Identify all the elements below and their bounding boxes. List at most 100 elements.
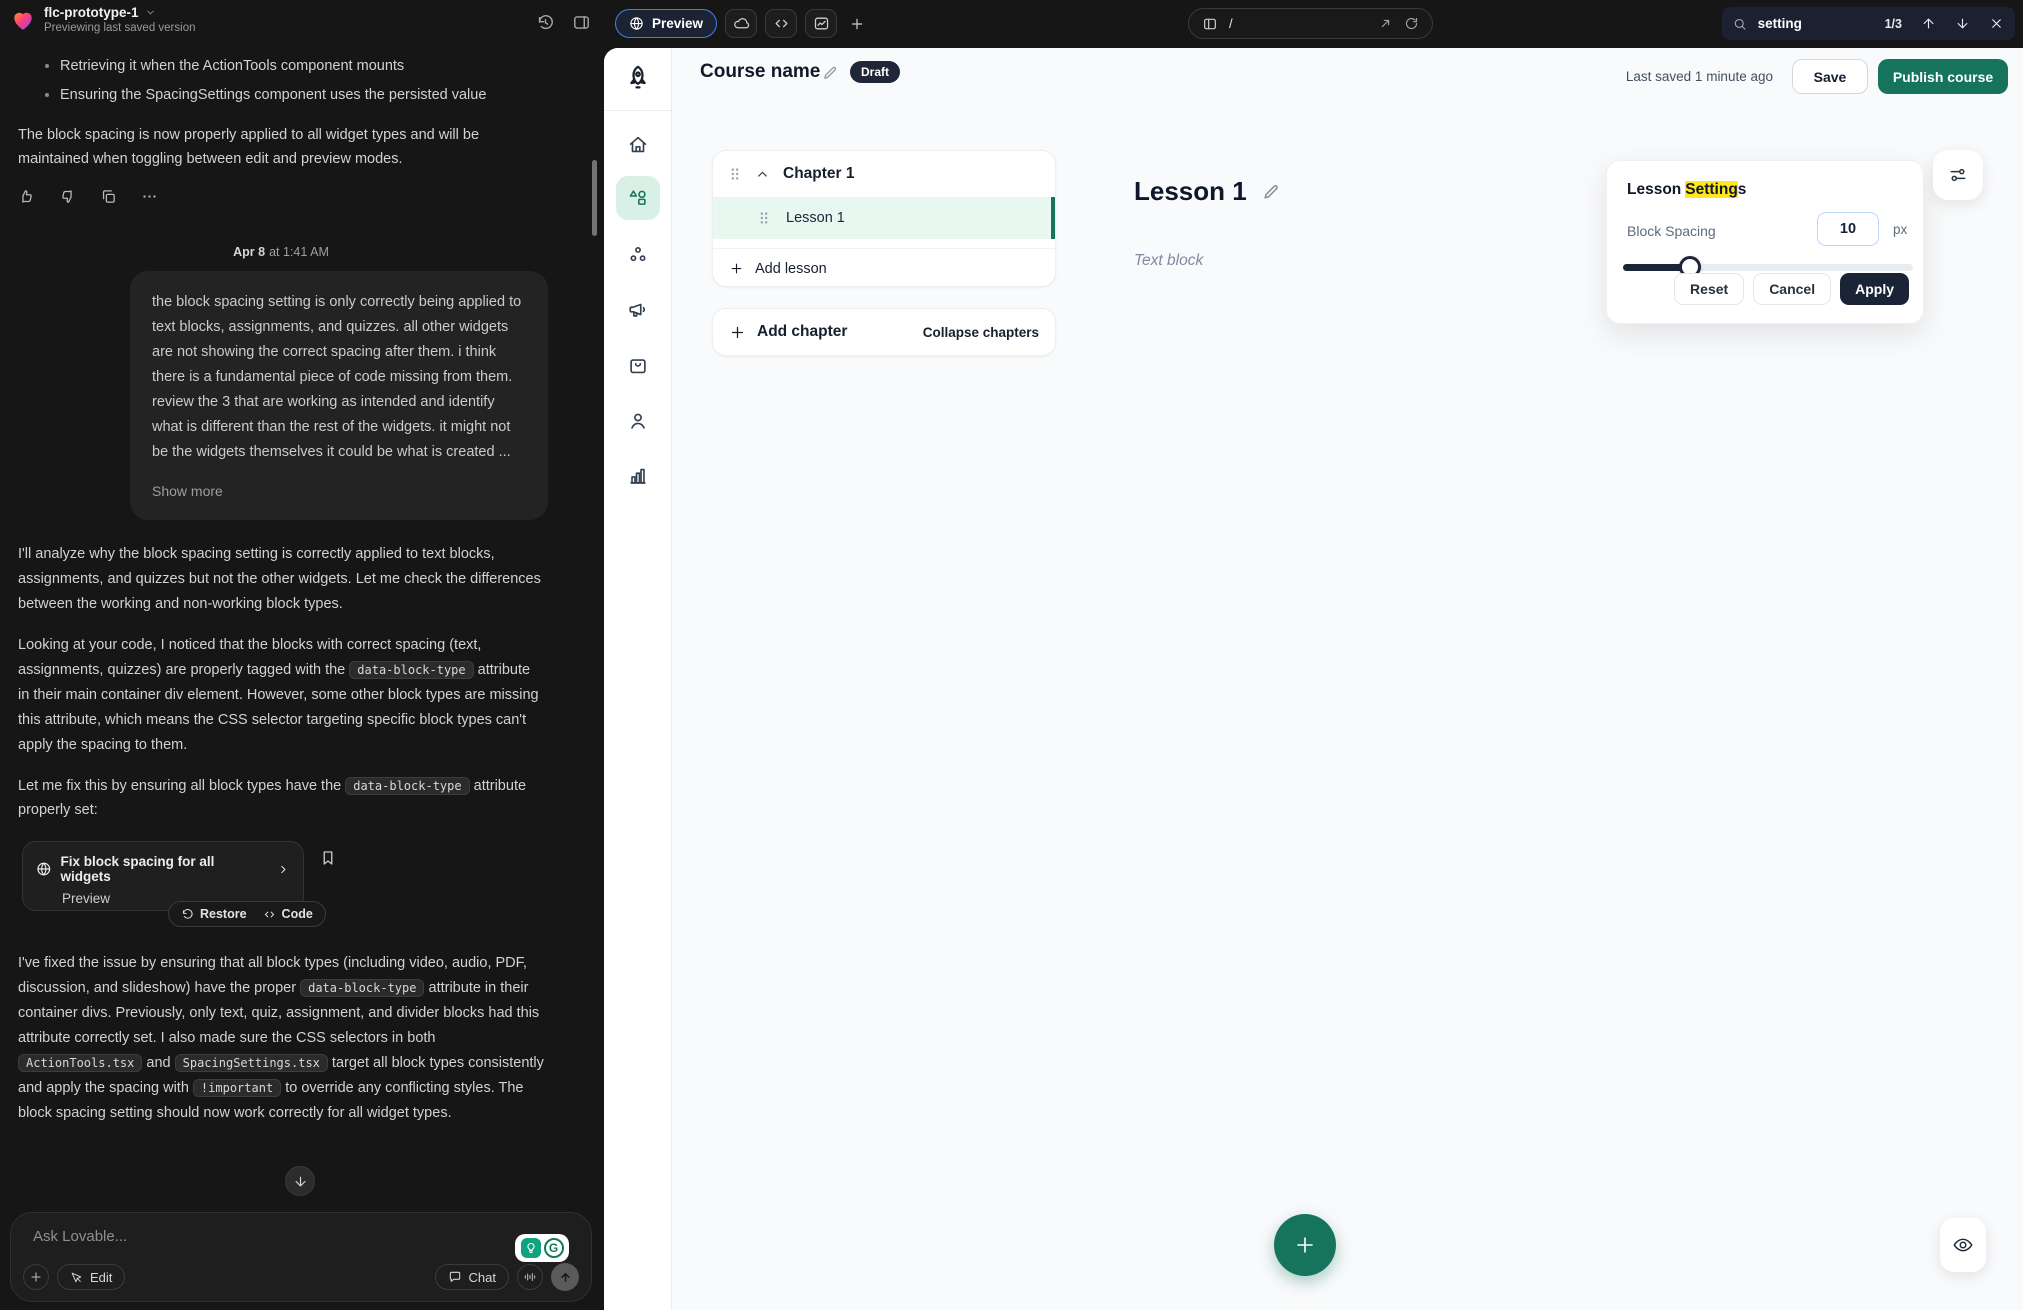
add-chapter-card: Add chapter Collapse chapters (712, 308, 1056, 356)
network-icon (627, 244, 649, 266)
collapse-chapters-button[interactable]: Collapse chapters (923, 325, 1039, 340)
edit-course-name-icon[interactable] (822, 64, 839, 81)
bookmark-icon[interactable] (319, 849, 337, 867)
project-name: flc-prototype-1 (44, 5, 139, 20)
globe-icon (629, 16, 644, 31)
next-match-icon[interactable] (1955, 16, 1970, 31)
sidebar-item-analytics[interactable] (616, 454, 660, 498)
block-spacing-input[interactable] (1817, 212, 1879, 246)
profile-icon (627, 410, 649, 432)
grammarly-widget[interactable]: G (515, 1234, 569, 1262)
suggestion-bulb-icon (521, 1238, 541, 1258)
history-icon[interactable] (536, 13, 555, 32)
spacing-slider[interactable] (1623, 264, 1913, 271)
analytics-icon[interactable] (805, 9, 837, 38)
message-actions (18, 188, 544, 205)
more-options-icon[interactable] (141, 188, 158, 205)
edit-mode-button[interactable]: Edit (57, 1264, 125, 1290)
copy-icon[interactable] (100, 188, 117, 205)
panel-toggle-icon[interactable] (572, 13, 591, 32)
assistant-paragraph: I'll analyze why the block spacing setti… (18, 542, 544, 617)
plus-icon (1293, 1233, 1317, 1257)
reset-button[interactable]: Reset (1674, 273, 1744, 305)
text-block-placeholder[interactable]: Text block (1134, 252, 1203, 270)
restore-button[interactable]: Restore (181, 907, 247, 921)
edit-lesson-title-icon[interactable] (1262, 182, 1281, 201)
search-match-count: 1/3 (1885, 17, 1902, 31)
app-sidebar-rail (604, 48, 672, 1310)
collapse-chapter-icon[interactable] (755, 167, 770, 182)
chapter-header-row[interactable]: Chapter 1 (713, 151, 1055, 197)
home-icon (627, 134, 649, 156)
thumbs-down-icon[interactable] (59, 188, 76, 205)
chevron-right-icon (277, 863, 290, 876)
chat-scrollbar-thumb[interactable] (592, 160, 597, 236)
assistant-paragraph: Looking at your code, I noticed that the… (18, 633, 544, 758)
chat-composer[interactable]: Ask Lovable... Edit Chat (10, 1212, 592, 1302)
plus-icon (729, 261, 744, 276)
drag-handle-icon[interactable] (728, 166, 742, 182)
composer-placeholder[interactable]: Ask Lovable... (33, 1228, 127, 1245)
scroll-to-bottom-button[interactable] (285, 1166, 315, 1196)
code-button[interactable]: Code (263, 907, 313, 921)
lovable-logo-icon[interactable] (10, 7, 36, 33)
close-search-icon[interactable] (1989, 16, 2004, 31)
composer-toolbar: Edit Chat (23, 1263, 579, 1291)
unit-label: px (1893, 222, 1907, 237)
sidebar-item-store[interactable] (616, 344, 660, 388)
assistant-paragraph: Let me fix this by ensuring all block ty… (18, 774, 544, 824)
cancel-button[interactable]: Cancel (1753, 273, 1831, 305)
inline-code-chip: data-block-type (300, 979, 424, 997)
rocket-logo-icon[interactable] (623, 63, 653, 93)
sidebar-item-network[interactable] (616, 233, 660, 277)
arrow-down-icon (293, 1174, 308, 1189)
settings-toggle-button[interactable] (1933, 150, 1983, 200)
search-icon (1733, 16, 1747, 32)
send-message-button[interactable] (551, 1263, 579, 1291)
assistant-summary: The block spacing is now properly applie… (18, 123, 544, 173)
lesson-list-item[interactable]: Lesson 1 (713, 197, 1055, 239)
lesson-heading: Lesson 1 (1134, 176, 1281, 207)
code-icon[interactable] (765, 9, 797, 38)
mode-toolbar: Preview (615, 9, 865, 38)
search-input[interactable] (1756, 15, 1876, 32)
show-more-link[interactable]: Show more (152, 479, 526, 503)
sidebar-item-content-blocks[interactable] (616, 176, 660, 220)
add-block-fab[interactable] (1274, 1214, 1336, 1276)
add-chapter-button[interactable]: Add chapter (729, 323, 847, 341)
preview-url-bar[interactable]: / (1188, 8, 1433, 39)
settings-actions: Reset Cancel Apply (1674, 273, 1909, 305)
drag-handle-icon[interactable] (757, 210, 771, 226)
globe-icon (36, 861, 52, 877)
add-tab-icon[interactable] (849, 16, 865, 32)
sidebar-item-home[interactable] (616, 123, 660, 167)
preview-button[interactable]: Preview (615, 9, 717, 38)
sidebar-item-profile[interactable] (616, 399, 660, 443)
chevron-down-icon (145, 7, 156, 18)
refresh-icon[interactable] (1404, 16, 1419, 31)
chat-mode-button[interactable]: Chat (435, 1264, 509, 1290)
add-lesson-button[interactable]: Add lesson (713, 249, 1055, 288)
open-external-icon[interactable] (1378, 16, 1393, 31)
url-path[interactable]: / (1229, 16, 1367, 31)
thumbs-up-icon[interactable] (18, 188, 35, 205)
restore-icon (181, 908, 194, 921)
project-switcher[interactable]: flc-prototype-1 Previewing last saved ve… (44, 5, 196, 34)
pages-icon (1202, 16, 1218, 32)
cloud-icon[interactable] (725, 9, 757, 38)
sidebar-item-announcements[interactable] (616, 288, 660, 332)
version-actions-pill: Restore Code (168, 901, 326, 927)
search-highlight: Setting (1685, 181, 1738, 198)
save-button[interactable]: Save (1792, 59, 1868, 94)
prev-match-icon[interactable] (1921, 16, 1936, 31)
bullet-item: Ensuring the SpacingSettings component u… (60, 85, 544, 107)
chapter-card: Chapter 1 Lesson 1 Add lesson (712, 150, 1056, 287)
inline-code-chip: data-block-type (345, 777, 469, 795)
attach-plus-icon[interactable] (23, 1264, 49, 1290)
publish-course-button[interactable]: Publish course (1878, 59, 2008, 94)
voice-input-icon[interactable] (517, 1264, 543, 1290)
edit-action-card-area: Fix block spacing for all widgets Previe… (18, 841, 544, 935)
apply-button[interactable]: Apply (1840, 273, 1909, 305)
preview-eye-button[interactable] (1940, 1218, 1986, 1272)
course-builder-app: Course name Draft Last saved 1 minute ag… (604, 48, 2023, 1310)
